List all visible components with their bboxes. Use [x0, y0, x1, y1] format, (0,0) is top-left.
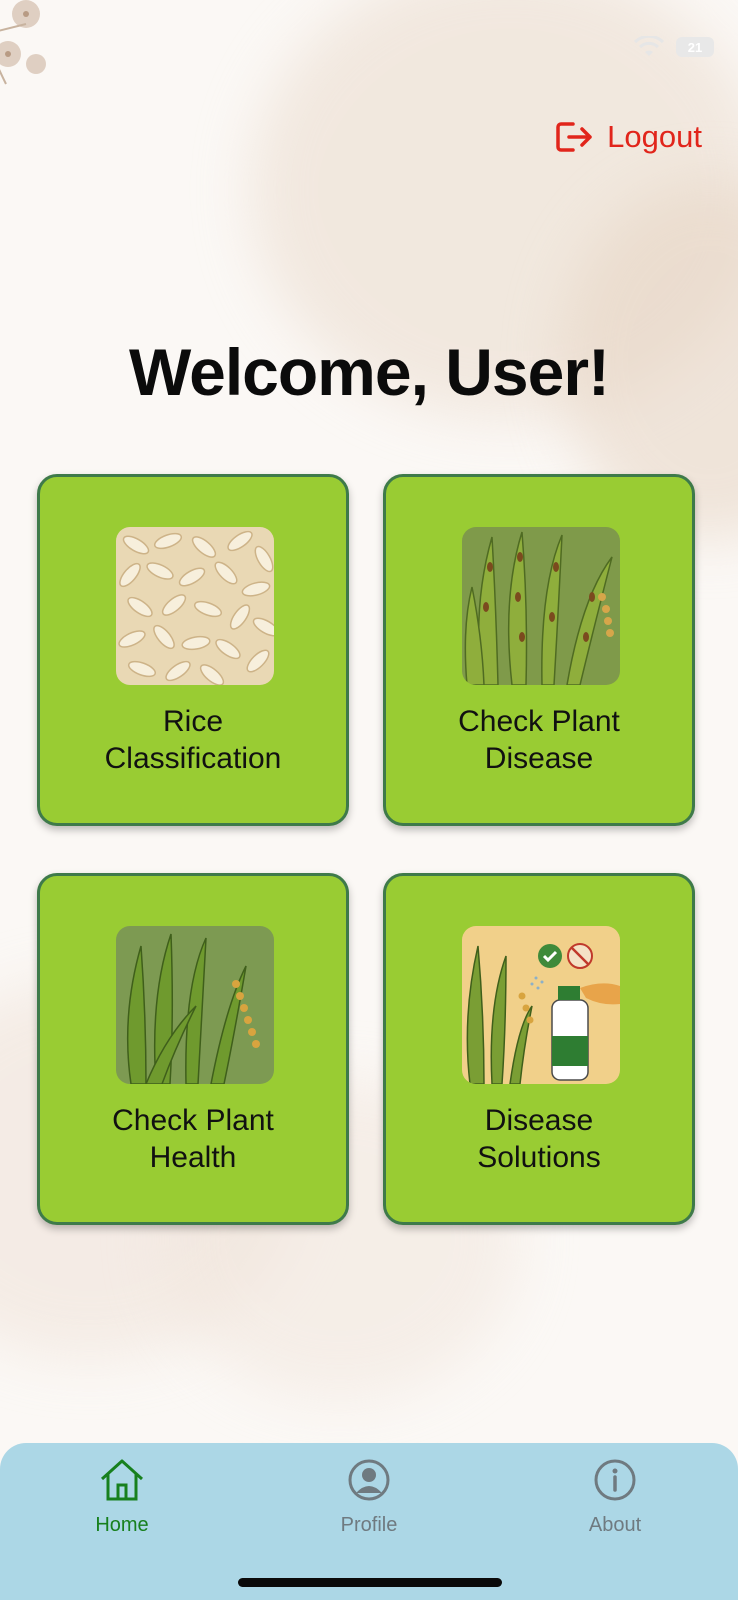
spray-treatment-image [462, 926, 620, 1084]
rice-grains-image [116, 527, 274, 685]
nav-item-home[interactable]: Home [42, 1457, 202, 1537]
card-label: Check Plant Disease [458, 705, 620, 775]
nav-label-home: Home [95, 1514, 149, 1536]
home-icon [100, 1459, 144, 1501]
profile-icon [348, 1459, 390, 1501]
battery-indicator: 21 [676, 37, 714, 57]
diseased-rice-plant-image [462, 527, 620, 685]
home-indicator[interactable] [238, 1578, 502, 1587]
welcome-title: Welcome, User! [129, 335, 610, 409]
logout-label: Logout [607, 119, 702, 154]
healthy-rice-plant-image [116, 926, 274, 1084]
card-label: Rice Classification [104, 705, 282, 775]
bottom-navigation: Home Profile About [0, 1443, 738, 1600]
status-bar: 21 [634, 36, 714, 58]
logout-button[interactable]: Logout [555, 118, 702, 156]
disease-solutions-card[interactable]: Disease Solutions [383, 873, 695, 1225]
flower-decoration-icon [0, 0, 46, 85]
nav-label-profile: Profile [340, 1514, 398, 1536]
check-plant-disease-card[interactable]: Check Plant Disease [383, 474, 695, 826]
wifi-icon [634, 36, 664, 56]
rice-classification-card[interactable]: Rice Classification [37, 474, 349, 826]
nav-item-profile[interactable]: Profile [289, 1457, 449, 1537]
nav-label-about: About [588, 1514, 642, 1536]
nav-item-about[interactable]: About [535, 1457, 695, 1537]
info-icon [594, 1459, 636, 1501]
check-plant-health-card[interactable]: Check Plant Health [37, 873, 349, 1225]
card-label: Check Plant Health [112, 1104, 274, 1174]
logout-icon [556, 122, 592, 152]
card-label: Disease Solutions [477, 1104, 601, 1174]
